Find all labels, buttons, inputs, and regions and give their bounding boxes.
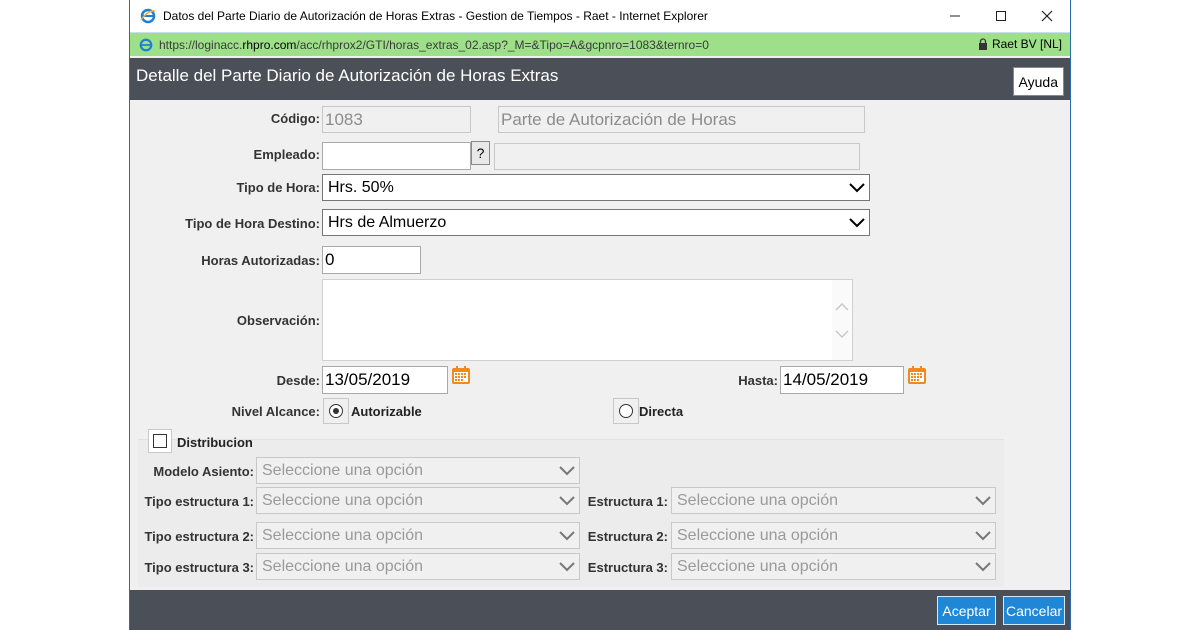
estructura-3-select[interactable]: Seleccione una opción xyxy=(671,553,996,580)
chevron-down-icon xyxy=(849,217,865,227)
radio-autorizable-control xyxy=(329,404,343,418)
page-header: Detalle del Parte Diario de Autorización… xyxy=(130,58,1070,100)
chevron-down-icon xyxy=(559,495,575,505)
url-prefix: https://loginacc. xyxy=(159,37,243,52)
tipo-hora-value: Hrs. 50% xyxy=(328,178,394,196)
horas-autorizadas-input[interactable]: 0 xyxy=(322,246,421,274)
url-path: /acc/rhprox2/GTI/horas_extras_02.asp?_M=… xyxy=(296,37,709,52)
chevron-down-icon xyxy=(975,530,991,540)
tipo-estructura-1-select[interactable]: Seleccione una opción xyxy=(256,487,580,514)
url-text: https://loginacc.rhpro.com/acc/rhprox2/G… xyxy=(159,38,709,52)
observacion-label: Observación: xyxy=(236,313,320,328)
nivel-alcance-label: Nivel Alcance: xyxy=(231,404,320,419)
page-icon xyxy=(138,37,154,53)
empleado-name-field xyxy=(494,143,860,170)
empleado-label: Empleado: xyxy=(253,147,320,162)
desde-label: Desde: xyxy=(276,373,320,388)
lock-icon xyxy=(978,38,987,50)
tipo-estructura-2-label: Tipo estructura 2: xyxy=(144,529,254,544)
internet-explorer-icon xyxy=(139,7,157,25)
chevron-down-icon xyxy=(559,561,575,571)
estructura-1-select[interactable]: Seleccione una opción xyxy=(671,487,996,514)
radio-directa-control xyxy=(619,404,633,418)
tipo-estructura-1-placeholder: Seleccione una opción xyxy=(262,491,424,509)
close-icon xyxy=(1041,10,1053,22)
chevron-down-icon xyxy=(975,561,991,571)
estructura-1-placeholder: Seleccione una opción xyxy=(677,491,839,509)
tipo-estructura-3-label: Tipo estructura 3: xyxy=(144,560,254,575)
maximize-icon xyxy=(996,11,1006,21)
hasta-label: Hasta: xyxy=(738,373,778,388)
tipo-hora-select[interactable]: Hrs. 50% xyxy=(322,174,870,201)
chevron-down-icon xyxy=(559,530,575,540)
close-window-button[interactable] xyxy=(1024,0,1070,32)
observacion-scrollbar[interactable] xyxy=(832,280,852,360)
empleado-search-button[interactable]: ? xyxy=(471,141,490,165)
codigo-description-field: Parte de Autorización de Horas xyxy=(498,106,865,133)
chevron-down-icon xyxy=(559,465,575,475)
url-host: rhpro.com xyxy=(242,37,297,52)
radio-autorizable-label: Autorizable xyxy=(351,404,422,419)
tipo-hora-destino-value: Hrs de Almuerzo xyxy=(328,213,447,231)
estructura-2-label: Estructura 2: xyxy=(587,529,668,544)
accept-button[interactable]: Aceptar xyxy=(937,596,996,625)
page-title: Detalle del Parte Diario de Autorización… xyxy=(136,66,559,85)
help-button[interactable]: Ayuda xyxy=(1012,67,1064,96)
maximize-button[interactable] xyxy=(978,0,1024,32)
distribucion-checkbox[interactable] xyxy=(148,429,172,453)
scroll-arrows-icon xyxy=(835,302,849,339)
minimize-icon xyxy=(950,15,960,17)
calendar-icon[interactable] xyxy=(907,365,927,385)
radio-directa[interactable] xyxy=(613,398,639,424)
window-titlebar: Datos del Parte Diario de Autorización d… xyxy=(130,0,1070,32)
tipo-estructura-3-placeholder: Seleccione una opción xyxy=(262,557,424,575)
address-bar[interactable]: https://loginacc.rhpro.com/acc/rhprox2/G… xyxy=(130,32,1070,56)
codigo-label: Código: xyxy=(270,111,320,126)
horas-autorizadas-label: Horas Autorizadas: xyxy=(201,253,320,268)
tipo-hora-label: Tipo de Hora: xyxy=(236,180,320,195)
cancel-button[interactable]: Cancelar xyxy=(1003,596,1065,625)
tipo-hora-destino-select[interactable]: Hrs de Almuerzo xyxy=(322,209,870,236)
radio-selected-dot xyxy=(333,408,339,414)
minimize-button[interactable] xyxy=(932,0,978,32)
calendar-icon[interactable] xyxy=(451,365,471,385)
modelo-asiento-select[interactable]: Seleccione una opción xyxy=(256,457,580,484)
window-title: Datos del Parte Diario de Autorización d… xyxy=(163,9,708,23)
browser-window: Datos del Parte Diario de Autorización d… xyxy=(129,0,1071,630)
estructura-2-select[interactable]: Seleccione una opción xyxy=(671,522,996,549)
estructura-1-label: Estructura 1: xyxy=(587,494,668,509)
radio-autorizable[interactable] xyxy=(323,398,349,424)
hasta-date-input[interactable]: 14/05/2019 xyxy=(780,366,904,394)
chevron-down-icon xyxy=(849,182,865,192)
distribucion-checkbox-box xyxy=(153,434,167,448)
radio-directa-label: Directa xyxy=(639,404,684,419)
modelo-asiento-placeholder: Seleccione una opción xyxy=(262,461,424,479)
chevron-down-icon xyxy=(975,495,991,505)
tipo-hora-destino-label: Tipo de Hora Destino: xyxy=(185,216,320,231)
certificate-badge[interactable]: Raet BV [NL] xyxy=(978,37,1062,51)
tipo-estructura-1-label: Tipo estructura 1: xyxy=(144,494,254,509)
dialog-footer: Aceptar Cancelar xyxy=(130,590,1070,630)
estructura-3-label: Estructura 3: xyxy=(587,560,668,575)
tipo-estructura-2-select[interactable]: Seleccione una opción xyxy=(256,522,580,549)
estructura-3-placeholder: Seleccione una opción xyxy=(677,557,839,575)
certificate-label: Raet BV [NL] xyxy=(991,37,1062,51)
form-area: Código: 1083 Parte de Autorización de Ho… xyxy=(130,100,1070,590)
tipo-estructura-2-placeholder: Seleccione una opción xyxy=(262,526,424,544)
estructura-2-placeholder: Seleccione una opción xyxy=(677,526,839,544)
tipo-estructura-3-select[interactable]: Seleccione una opción xyxy=(256,553,580,580)
desde-date-input[interactable]: 13/05/2019 xyxy=(322,366,448,394)
distribucion-label: Distribucion xyxy=(177,435,253,450)
empleado-input[interactable] xyxy=(322,142,471,170)
codigo-field: 1083 xyxy=(322,106,471,133)
modelo-asiento-label: Modelo Asiento: xyxy=(153,464,254,479)
observacion-textarea[interactable] xyxy=(322,279,853,361)
